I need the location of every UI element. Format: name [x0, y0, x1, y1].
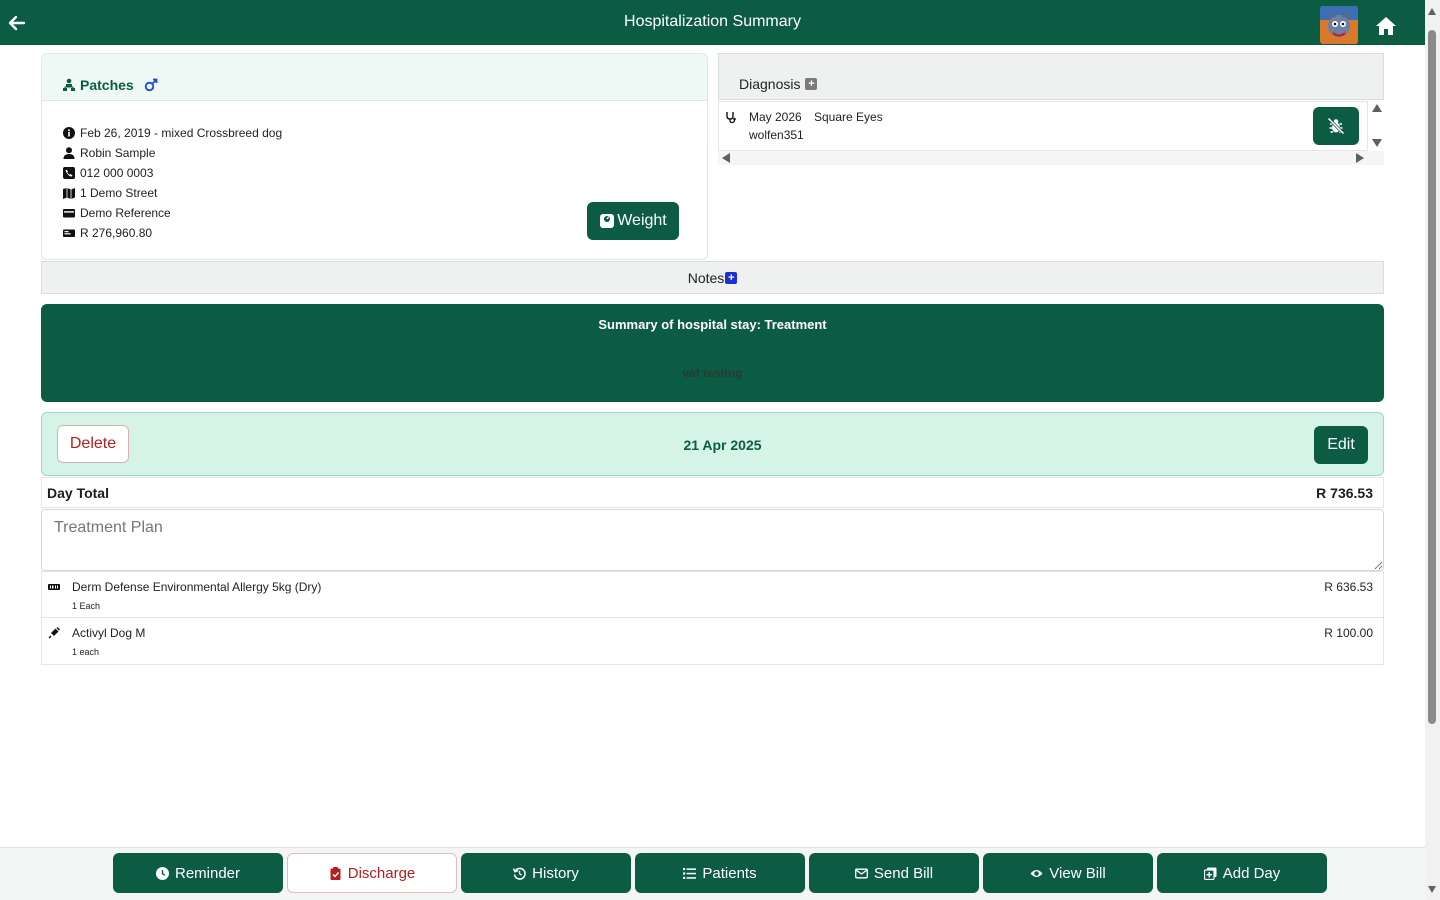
patient-hierarchy-icon [63, 78, 75, 91]
summary-text: vat testing [682, 366, 743, 380]
patient-address-row: 1 Demo Street [63, 183, 282, 203]
clock-icon [155, 866, 169, 880]
clipboard-check-icon [330, 866, 341, 880]
map-icon [63, 188, 75, 199]
diagnosis-title: Diagnosis [739, 76, 801, 92]
notes-bar: Notes + [41, 261, 1384, 294]
reminder-label: Reminder [174, 864, 241, 882]
item-price: R 100.00 [1324, 626, 1373, 640]
treatment-plan-input[interactable] [41, 509, 1384, 571]
page-scrollbar[interactable] [1425, 0, 1440, 900]
day-total-value: R 736.53 [1316, 484, 1373, 501]
notes-label: Notes [687, 269, 725, 286]
discharge-button[interactable]: Discharge [287, 853, 457, 893]
product-icon [48, 584, 60, 590]
diagnosis-scroll-down-icon[interactable] [1372, 139, 1382, 147]
scrollbar-thumb[interactable] [1428, 30, 1436, 724]
diagnosis-header: Diagnosis + [718, 53, 1384, 100]
money-bill-icon [63, 229, 75, 237]
diagnosis-row[interactable]: May 2026 Square Eyes wolfen351 [718, 101, 1368, 151]
patient-dob-row: Feb 26, 2019 - mixed Crossbreed dog [63, 123, 282, 143]
envelope-icon [854, 868, 868, 878]
patient-info-list: Feb 26, 2019 - mixed Crossbreed dog Robi… [63, 123, 282, 243]
owner-name[interactable]: Robin Sample [80, 146, 155, 160]
history-label: History [532, 864, 579, 882]
user-icon [63, 147, 75, 159]
add-day-button[interactable]: Add Day [1157, 853, 1327, 893]
scroll-down-arrow-icon[interactable] [1428, 886, 1436, 893]
list-icon [683, 867, 697, 879]
item-quantity: 1 Each [72, 601, 101, 611]
remove-diagnosis-button[interactable] [1313, 107, 1359, 145]
patient-phone-row: 012 000 0003 [63, 163, 282, 183]
diagnosis-name: Square Eyes [814, 110, 883, 124]
discharge-label: Discharge [347, 864, 416, 882]
stethoscope-icon [726, 112, 736, 123]
day-header: Delete 21 Apr 2025 Edit [41, 412, 1384, 476]
diagnosis-date: May 2026 [749, 110, 802, 124]
weight-scale-icon [600, 214, 615, 228]
reminder-button[interactable]: Reminder [113, 853, 283, 893]
diagnosis-horizontal-scrollbar[interactable] [718, 151, 1384, 165]
syringe-icon [48, 627, 60, 639]
diagnosis-scroll-left-icon[interactable] [722, 153, 730, 163]
patient-balance: R 276,960.80 [80, 226, 153, 240]
top-bar: Hospitalization Summary [0, 0, 1425, 45]
patient-name[interactable]: Patches [80, 77, 134, 93]
patients-label: Patients [702, 864, 757, 882]
item-name: Derm Defense Environmental Allergy 5kg (… [72, 580, 322, 594]
patient-dob-breed: Feb 26, 2019 - mixed Crossbreed dog [80, 126, 283, 140]
male-icon [144, 78, 158, 91]
item-name: Activyl Dog M [72, 626, 146, 640]
day-date: 21 Apr 2025 [683, 437, 762, 453]
eye-icon [1030, 869, 1043, 877]
patient-card-header: Patches [42, 54, 707, 101]
history-icon [513, 867, 526, 880]
history-button[interactable]: History [461, 853, 631, 893]
view-bill-button[interactable]: View Bill [983, 853, 1153, 893]
treatment-item[interactable]: Derm Defense Environmental Allergy 5kg (… [41, 571, 1384, 618]
edit-day-button[interactable]: Edit [1314, 426, 1368, 464]
patient-balance-row: R 276,960.80 [63, 223, 282, 243]
bottom-action-bar: Reminder Discharge History Patients Send… [0, 847, 1425, 900]
item-price: R 636.53 [1324, 580, 1373, 594]
add-diagnosis-icon[interactable]: + [805, 78, 818, 90]
phone-icon [63, 167, 75, 179]
day-total-row: Day Total R 736.53 [41, 477, 1384, 508]
treatment-item[interactable]: Activyl Dog M 1 each R 100.00 [41, 618, 1384, 665]
patient-card: Patches Feb 26, 2019 - mixed Crossbreed … [41, 53, 708, 260]
info-icon [63, 127, 75, 139]
diagnosis-scroll-up-icon[interactable] [1372, 104, 1382, 112]
hospital-stay-summary: Summary of hospital stay: Treatment vat … [41, 304, 1384, 402]
scroll-up-arrow-icon[interactable] [1428, 8, 1436, 15]
add-note-icon[interactable]: + [725, 271, 738, 284]
user-avatar[interactable] [1320, 6, 1358, 44]
bug-slash-icon [1327, 117, 1345, 135]
send-bill-button[interactable]: Send Bill [809, 853, 979, 893]
diagnosis-scroll-right-icon[interactable] [1356, 153, 1364, 163]
calendar-plus-icon [1203, 867, 1217, 880]
owner-phone[interactable]: 012 000 0003 [80, 166, 153, 180]
item-quantity: 1 each [72, 647, 100, 657]
weight-button-label: Weight [617, 212, 667, 229]
page-title: Hospitalization Summary [624, 13, 801, 30]
weight-button[interactable]: Weight [587, 202, 679, 240]
summary-title: Summary of hospital stay: Treatment [598, 317, 827, 332]
patient-reference-row: Demo Reference [63, 203, 282, 223]
owner-address: 1 Demo Street [80, 186, 158, 200]
diagnosis-panel: Diagnosis + May 2026 Square Eyes wolfen3… [718, 53, 1384, 166]
home-icon[interactable] [1375, 16, 1397, 36]
day-total-label: Day Total [47, 484, 109, 501]
send-bill-label: Send Bill [873, 864, 934, 882]
view-bill-label: View Bill [1049, 864, 1106, 882]
patient-owner-row: Robin Sample [63, 143, 282, 163]
treatment-items-list: Derm Defense Environmental Allergy 5kg (… [41, 571, 1384, 665]
patient-reference: Demo Reference [80, 206, 171, 220]
diagnosis-user: wolfen351 [749, 128, 804, 142]
add-day-label: Add Day [1222, 864, 1281, 882]
patients-button[interactable]: Patients [635, 853, 805, 893]
credit-card-icon [63, 209, 75, 218]
